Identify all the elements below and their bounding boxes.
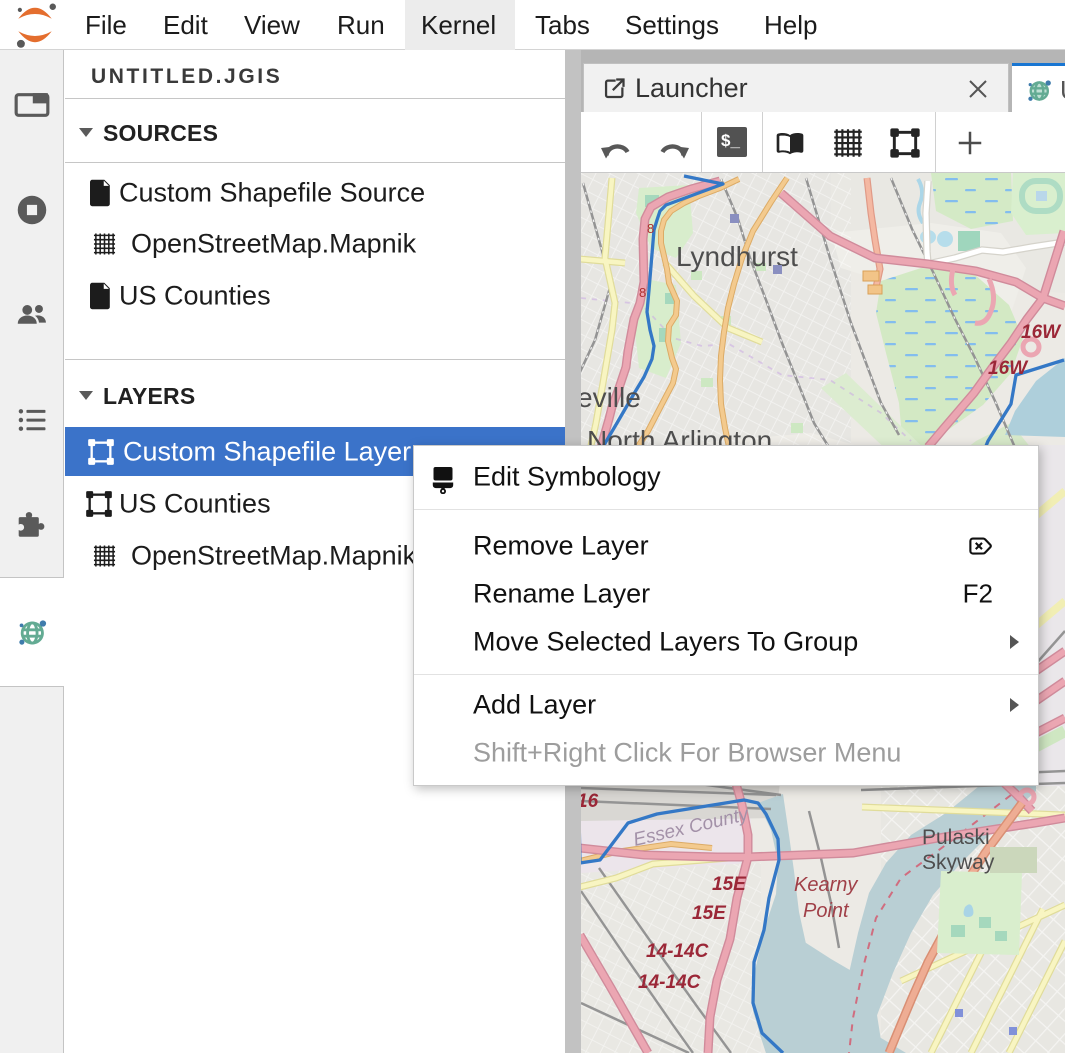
svg-text:Point: Point — [803, 900, 850, 922]
svg-text:16: 16 — [581, 791, 599, 812]
svg-text:Skyway: Skyway — [922, 851, 995, 874]
svg-text:Pulaski: Pulaski — [922, 826, 990, 849]
svg-text:14-14C: 14-14C — [646, 941, 709, 962]
svg-text:16W: 16W — [1021, 322, 1062, 343]
svg-text:Kearny: Kearny — [794, 874, 858, 896]
svg-text:8: 8 — [647, 221, 654, 236]
svg-text:14-14C: 14-14C — [638, 972, 701, 993]
svg-text:16W: 16W — [988, 358, 1029, 379]
svg-text:eville: eville — [581, 382, 641, 413]
svg-text:15E: 15E — [692, 903, 727, 924]
svg-text:15E: 15E — [712, 874, 747, 895]
svg-text:8: 8 — [639, 285, 646, 300]
